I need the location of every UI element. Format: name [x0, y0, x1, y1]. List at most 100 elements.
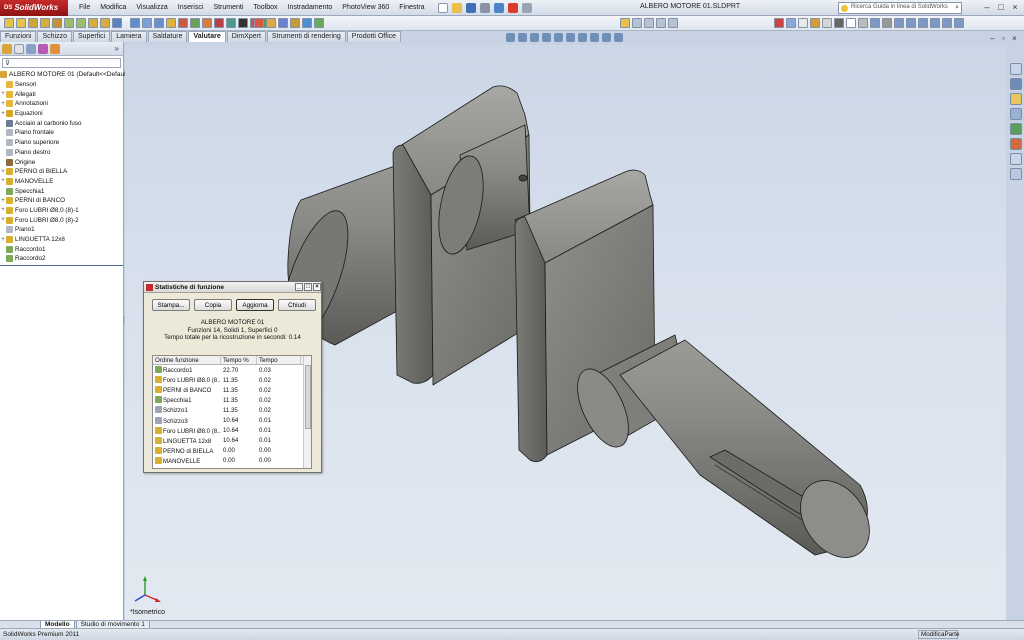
chevron-right-icon[interactable]: » [115, 44, 119, 53]
tree-item[interactable]: + PERNO di BIELLA [0, 167, 123, 177]
tree-item[interactable]: Sensori [0, 80, 123, 90]
costing-icon[interactable] [314, 18, 324, 28]
cut-icon[interactable] [52, 18, 62, 28]
check-icon[interactable] [190, 18, 200, 28]
rebuild-icon[interactable] [507, 2, 518, 13]
zebra-stripes-icon[interactable] [238, 18, 248, 28]
tab-strumenti-di-rendering[interactable]: Strumenti di rendering [266, 31, 346, 42]
tree-item[interactable]: + MANOVELLE [0, 177, 123, 187]
menu-item-inserisci[interactable]: Inserisci [173, 4, 209, 11]
tree-item[interactable]: + Foro LUBRI Ø8.0 (8)-1 [0, 206, 123, 216]
edit-mode-indicator[interactable]: ModificaParte [918, 630, 960, 639]
line-icon[interactable] [632, 18, 642, 28]
tree-item[interactable]: + LINGUETTA 12x8 [0, 235, 123, 245]
custom-properties-icon[interactable] [1010, 153, 1022, 165]
column-header-feature-order[interactable]: Ordine funzione [153, 356, 221, 364]
tree-item[interactable]: Piano superiore [0, 138, 123, 148]
import-diagnostics-icon[interactable] [214, 18, 224, 28]
sensor-icon[interactable] [166, 18, 176, 28]
tree-item[interactable]: Origine [0, 157, 123, 167]
tree-item[interactable]: Piano1 [0, 225, 123, 235]
doc-minimize-icon[interactable]: – [987, 34, 998, 43]
open-icon[interactable] [451, 2, 462, 13]
dialog-minimize-icon[interactable]: _ [295, 283, 303, 291]
measure-icon[interactable] [130, 18, 140, 28]
menu-item-toolbox[interactable]: Toolbox [248, 4, 282, 11]
statistics-table[interactable]: Ordine funzione Tempo % Tempo Raccordo1 2… [152, 355, 312, 469]
thickness-icon[interactable] [278, 18, 288, 28]
rectangle-icon[interactable] [644, 18, 654, 28]
tab-superfici[interactable]: Superfici [72, 31, 111, 42]
save-icon[interactable] [465, 2, 476, 13]
view-settings-icon[interactable] [954, 18, 964, 28]
undercut-icon[interactable] [254, 18, 264, 28]
table-row[interactable]: Schizzo3 10.64 0.01 [153, 415, 311, 425]
menu-item-file[interactable]: File [74, 4, 95, 11]
revolve-icon[interactable] [16, 18, 26, 28]
tree-root[interactable]: ALBERO MOTORE 01 (Default<<Default>_ [0, 70, 135, 80]
copy-button[interactable]: Copia [194, 299, 232, 311]
arc-icon[interactable] [668, 18, 678, 28]
new-document-icon[interactable] [437, 2, 448, 13]
dialog-titlebar[interactable]: Statistiche di funzione _ □ × [144, 282, 321, 293]
shadows-icon[interactable] [882, 18, 892, 28]
apply-scene-icon[interactable] [602, 33, 611, 42]
forum-icon[interactable] [1010, 168, 1022, 180]
tree-item[interactable]: + Foro LUBRI Ø8.0 (8)-2 [0, 215, 123, 225]
dialog-maximize-icon[interactable]: □ [304, 283, 312, 291]
tab-funzioni[interactable]: Funzioni [0, 31, 37, 42]
table-row[interactable]: Foro LUBRI Ø8.0 (8... 11.35 0.02 [153, 375, 311, 385]
design-library-icon[interactable] [1010, 78, 1022, 90]
tab-lamiera[interactable]: Lamiera [111, 31, 147, 42]
rollback-bar[interactable] [0, 264, 123, 266]
doc-close-icon[interactable]: × [1009, 34, 1020, 43]
print-icon[interactable] [479, 2, 490, 13]
tree-item[interactable]: + Allegati [0, 89, 123, 99]
minimize-icon[interactable]: – [980, 1, 994, 14]
table-row[interactable]: MANOVELLE 0.00 0.00 [153, 456, 311, 466]
tab-dimxpert[interactable]: DimXpert [226, 31, 266, 42]
tree-item[interactable]: Specchia1 [0, 186, 123, 196]
orient-icon[interactable] [930, 18, 940, 28]
refresh-button[interactable]: Aggiorna [236, 299, 274, 311]
search-results-icon[interactable] [1010, 108, 1022, 120]
menu-item-instradamento[interactable]: Instradamento [283, 4, 338, 11]
circle-icon[interactable] [656, 18, 666, 28]
table-row[interactable]: LINGUETTA 12x8 10.64 0.01 [153, 436, 311, 446]
maximize-icon[interactable]: □ [994, 1, 1008, 14]
menu-item-visualizza[interactable]: Visualizza [131, 4, 172, 11]
wireframe-icon[interactable] [846, 18, 856, 28]
tree-item[interactable]: Acciaio al carbonio fuso [0, 118, 123, 128]
hole-wizard-icon[interactable] [112, 18, 122, 28]
solidworks-resources-icon[interactable] [1010, 63, 1022, 75]
table-row[interactable]: PERNO di BIELLA 0.00 0.00 [153, 446, 311, 456]
tree-item[interactable]: Piano frontale [0, 128, 123, 138]
zoom-area-icon[interactable] [518, 33, 527, 42]
zoom-fit-icon[interactable] [918, 18, 928, 28]
undo-icon[interactable] [493, 2, 504, 13]
menu-item-photoview-360[interactable]: PhotoView 360 [337, 4, 394, 11]
table-row[interactable]: Schizzo1 11.35 0.02 [153, 405, 311, 415]
rotate-icon[interactable] [894, 18, 904, 28]
table-row[interactable]: Raccordo1 22.70 0.03 [153, 365, 311, 375]
fillet-icon[interactable] [64, 18, 74, 28]
table-scrollbar[interactable] [303, 356, 311, 468]
section-properties-icon[interactable] [154, 18, 164, 28]
tree-item[interactable]: Piano destro [0, 148, 123, 158]
parting-line-icon[interactable] [266, 18, 276, 28]
tab-valutare[interactable]: Valutare [188, 31, 226, 42]
menu-item-strumenti[interactable]: Strumenti [208, 4, 248, 11]
display-style-icon[interactable] [566, 33, 575, 42]
hide-show-icon[interactable] [798, 18, 808, 28]
edit-appearance-icon[interactable] [590, 33, 599, 42]
tab-saldature[interactable]: Saldature [147, 31, 188, 42]
configuration-manager-icon[interactable] [26, 43, 36, 54]
dialog-close-icon[interactable]: × [313, 283, 321, 291]
appearances-icon[interactable] [1010, 138, 1022, 150]
rib-icon[interactable] [88, 18, 98, 28]
deviation-analysis-icon[interactable] [226, 18, 236, 28]
display-manager-icon[interactable] [50, 43, 60, 54]
table-row[interactable]: Specchia1 11.35 0.02 [153, 395, 311, 405]
appearance-icon[interactable] [774, 18, 784, 28]
help-search-input[interactable]: Ricerca Guida in linea di SolidWorks ⌕ [838, 2, 962, 14]
